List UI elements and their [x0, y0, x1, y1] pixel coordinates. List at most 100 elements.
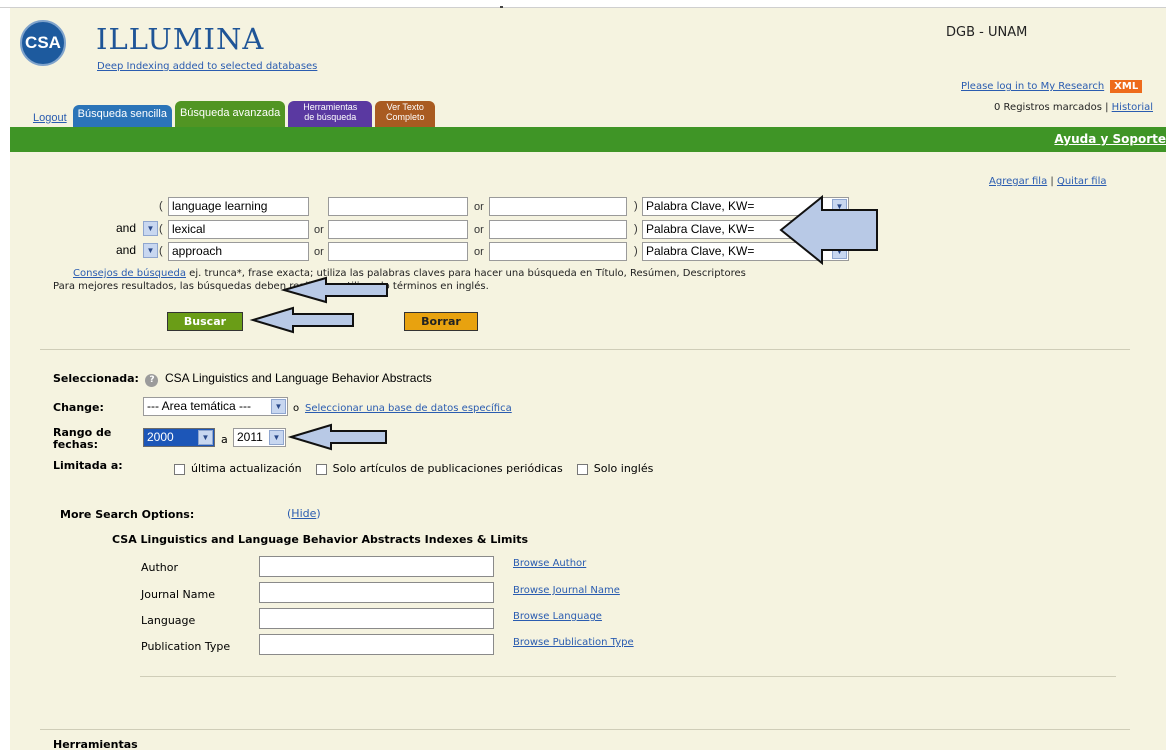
- operator-3-value: and: [116, 243, 137, 257]
- green-nav-bar: Ayuda y Soporte: [10, 127, 1166, 152]
- subject-area-value: --- Area temática ---: [147, 399, 252, 413]
- help-icon[interactable]: ?: [145, 374, 159, 387]
- chevron-down-icon[interactable]: ▼: [198, 430, 213, 445]
- hide-toggle: (Hide): [287, 507, 321, 520]
- field-select-2[interactable]: Palabra Clave, KW=: [642, 220, 849, 239]
- tab-full-text[interactable]: Ver Texto Completo: [375, 101, 436, 127]
- browser-top-strip: [0, 0, 1166, 9]
- limit-english[interactable]: Solo inglés: [576, 462, 654, 475]
- or-label: or: [314, 224, 324, 236]
- operator-select-2[interactable]: and ▼: [113, 220, 158, 239]
- search-tips-link[interactable]: Consejos de búsqueda: [73, 268, 186, 279]
- date-to-select[interactable]: 2011 ▼: [233, 428, 286, 447]
- hide-link[interactable]: Hide: [291, 507, 316, 520]
- divider: [40, 349, 1130, 350]
- select-specific-db-link[interactable]: Seleccionar una base de datos específica: [305, 403, 512, 414]
- checkbox-periodicals[interactable]: [315, 463, 327, 475]
- limit-recent-label: última actualización: [191, 462, 302, 475]
- search-term-1-1[interactable]: language learning: [168, 197, 309, 216]
- limit-english-label: Solo inglés: [593, 462, 654, 475]
- search-term-2-3[interactable]: [489, 220, 627, 239]
- browse-language-link[interactable]: Browse Language: [513, 611, 602, 622]
- paren-close: ): [634, 200, 638, 212]
- tab-advanced-search[interactable]: Búsqueda avanzada: [174, 101, 286, 127]
- field-select-2-value: Palabra Clave, KW=: [646, 222, 755, 236]
- limit-periodicals[interactable]: Solo artículos de publicaciones periódic…: [315, 462, 563, 475]
- or-label: or: [474, 224, 484, 236]
- chevron-down-icon[interactable]: ▼: [832, 199, 847, 214]
- checkbox-recent[interactable]: [174, 463, 185, 475]
- tab-logout[interactable]: Logout: [30, 109, 70, 127]
- search-term-1-3[interactable]: [489, 197, 627, 216]
- help-support-link[interactable]: Ayuda y Soporte: [1054, 132, 1166, 146]
- search-term-2-1[interactable]: lexical: [168, 220, 309, 239]
- login-area: Please log in to My Research XML: [961, 80, 1143, 93]
- paren-open: (: [159, 223, 163, 235]
- search-term-3-3[interactable]: [489, 242, 627, 261]
- subject-area-select[interactable]: --- Area temática --- ▼: [143, 397, 288, 416]
- divider: [140, 676, 1116, 677]
- browse-journal-link[interactable]: Browse Journal Name: [513, 585, 620, 596]
- deep-indexing-link[interactable]: Deep Indexing added to selected database…: [97, 61, 317, 72]
- change-or: o: [293, 403, 300, 414]
- paren-close: ): [634, 223, 638, 235]
- browse-author-link[interactable]: Browse Author: [513, 558, 586, 569]
- change-label: Change:: [53, 401, 104, 414]
- pubtype-label: Publication Type: [141, 640, 231, 653]
- divider: [40, 729, 1130, 730]
- search-term-3-2[interactable]: [328, 242, 468, 261]
- limits-options: última actualización Solo artículos de p…: [174, 462, 653, 475]
- records-marked: 0 Registros marcados | Historial: [994, 102, 1153, 113]
- paren-close: ): [634, 245, 638, 257]
- field-select-1[interactable]: Palabra Clave, KW= ▼: [642, 197, 849, 216]
- chevron-down-icon[interactable]: ▼: [269, 430, 284, 445]
- paren-open: (: [159, 245, 163, 257]
- illumina-brand: ILLUMINA: [96, 22, 265, 56]
- browse-pubtype-link[interactable]: Browse Publication Type: [513, 637, 634, 648]
- journal-label: Journal Name: [141, 588, 215, 601]
- chevron-down-icon[interactable]: ▼: [832, 244, 847, 259]
- search-button[interactable]: Buscar: [167, 312, 243, 331]
- my-research-login-link[interactable]: Please log in to My Research: [961, 81, 1104, 92]
- row-controls: Agregar fila | Quitar fila: [989, 176, 1106, 187]
- institution-label: DGB - UNAM: [946, 25, 1028, 40]
- csa-logo: CSA: [20, 20, 66, 66]
- date-range-label: Rango de fechas:: [53, 426, 112, 451]
- or-label: or: [474, 201, 484, 213]
- indexes-title: CSA Linguistics and Language Behavior Ab…: [112, 533, 529, 546]
- limits-label: Limitada a:: [53, 459, 123, 472]
- pubtype-field[interactable]: [259, 634, 494, 655]
- operator-select-3[interactable]: and ▼: [113, 242, 158, 261]
- limit-periodicals-label: Solo artículos de publicaciones periódic…: [332, 462, 563, 475]
- history-link[interactable]: Historial: [1112, 102, 1153, 113]
- tab-search-tools[interactable]: Herramientas de búsqueda: [288, 101, 373, 127]
- date-from-select[interactable]: 2000 ▼: [143, 428, 215, 447]
- checkbox-english[interactable]: [576, 463, 588, 475]
- paren-open: (: [159, 200, 163, 212]
- chevron-down-icon[interactable]: ▼: [143, 221, 158, 236]
- xml-badge[interactable]: XML: [1110, 80, 1143, 93]
- row-controls-sep: |: [1050, 176, 1054, 187]
- author-label: Author: [141, 561, 179, 574]
- author-field[interactable]: [259, 556, 494, 577]
- limit-recent[interactable]: última actualización: [174, 462, 302, 475]
- chevron-down-icon[interactable]: ▼: [143, 243, 158, 258]
- date-sep: a: [221, 433, 228, 446]
- date-to-value: 2011: [237, 430, 263, 444]
- clear-button[interactable]: Borrar: [404, 312, 478, 331]
- remove-row-link[interactable]: Quitar fila: [1057, 176, 1107, 187]
- or-label: or: [474, 246, 484, 258]
- selected-db-row: Seleccionada: ? CSA Linguistics and Lang…: [53, 371, 432, 387]
- tools-label: Herramientas: [53, 738, 138, 750]
- search-term-1-2[interactable]: [328, 197, 468, 216]
- chevron-down-icon[interactable]: ▼: [271, 399, 286, 414]
- tab-simple-search[interactable]: Búsqueda sencilla: [72, 105, 172, 127]
- field-select-3[interactable]: Palabra Clave, KW= ▼: [642, 242, 849, 261]
- search-tips-line2: Para mejores resultados, las búsquedas d…: [53, 281, 489, 292]
- journal-field[interactable]: [259, 582, 494, 603]
- search-term-2-2[interactable]: [328, 220, 468, 239]
- add-row-link[interactable]: Agregar fila: [989, 176, 1047, 187]
- language-field[interactable]: [259, 608, 494, 629]
- search-term-3-1[interactable]: approach: [168, 242, 309, 261]
- search-tips: Consejos de búsqueda ej. trunca*, frase …: [73, 268, 746, 279]
